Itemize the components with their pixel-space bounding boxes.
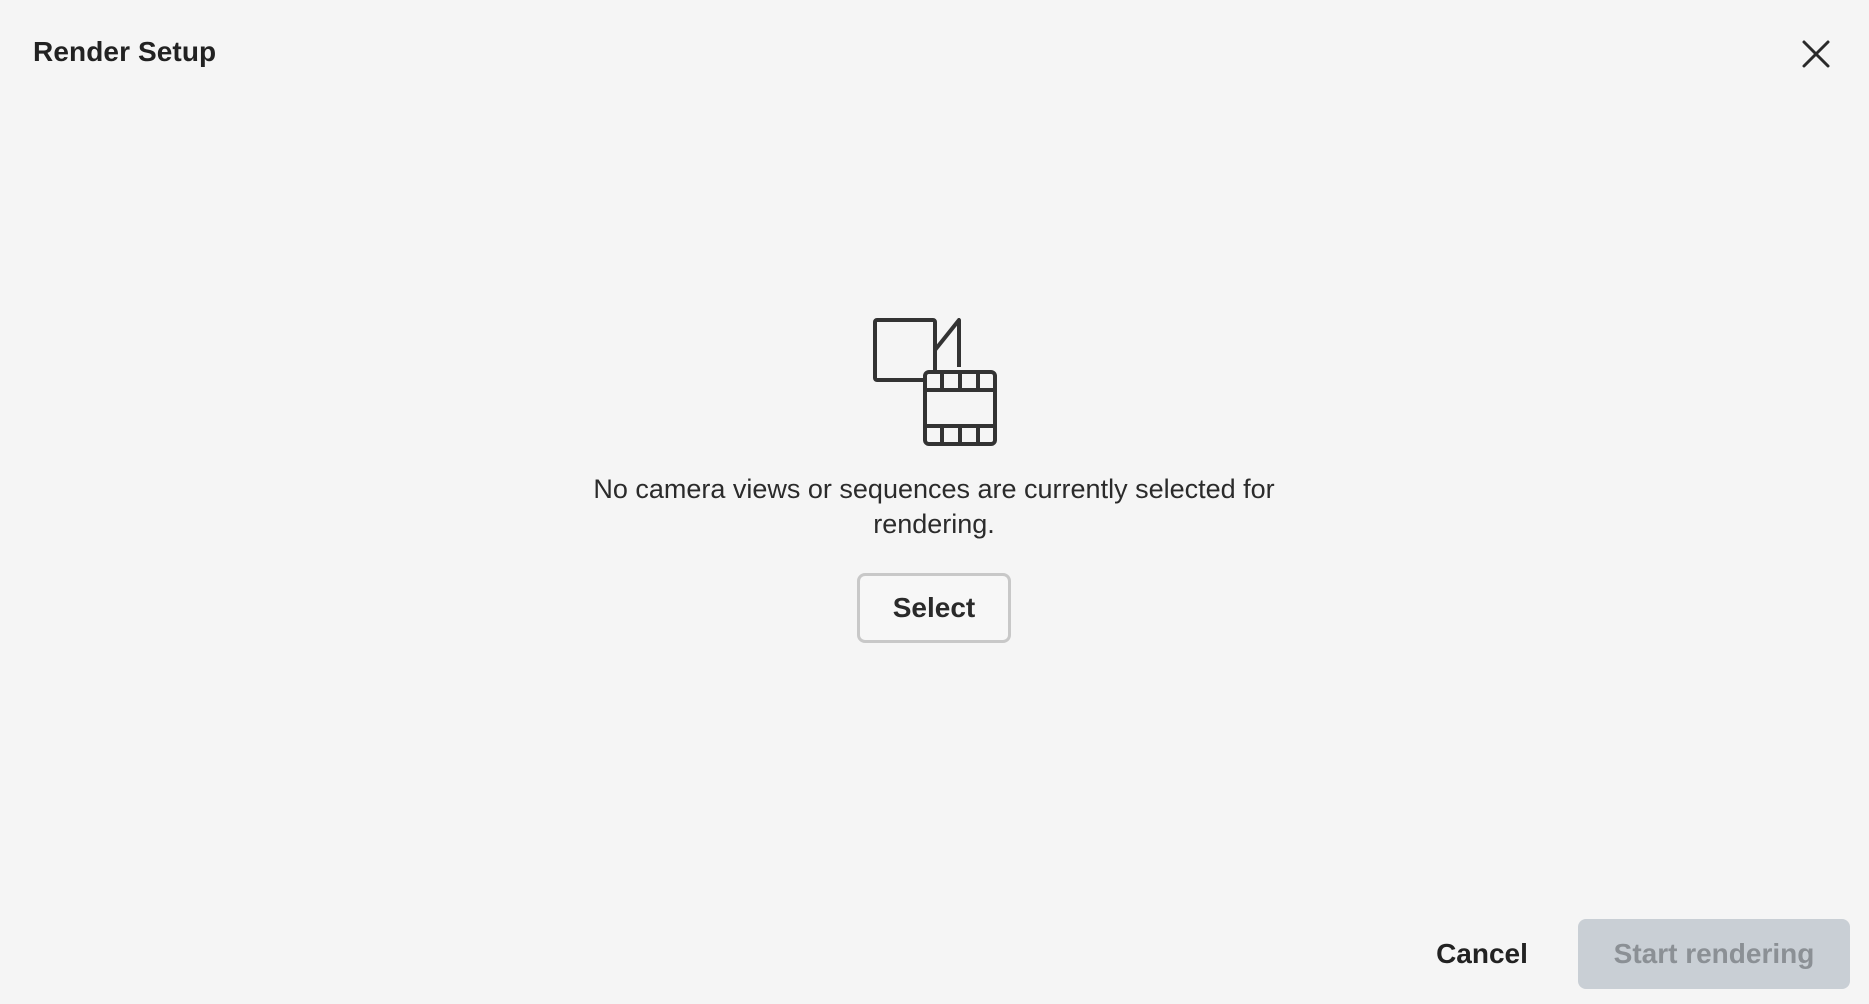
empty-state: No camera views or sequences are current… <box>534 318 1334 643</box>
empty-state-message: No camera views or sequences are current… <box>593 474 1275 539</box>
select-button[interactable]: Select <box>857 573 1011 643</box>
close-button[interactable] <box>1794 32 1838 76</box>
camera-film-icon <box>873 318 997 446</box>
close-icon <box>1802 40 1830 68</box>
render-setup-dialog: Render Setup No camera views or sequence… <box>0 0 1869 1004</box>
dialog-title: Render Setup <box>33 36 217 67</box>
cancel-button[interactable]: Cancel <box>1412 919 1552 989</box>
start-rendering-button[interactable]: Start rendering <box>1578 919 1850 989</box>
